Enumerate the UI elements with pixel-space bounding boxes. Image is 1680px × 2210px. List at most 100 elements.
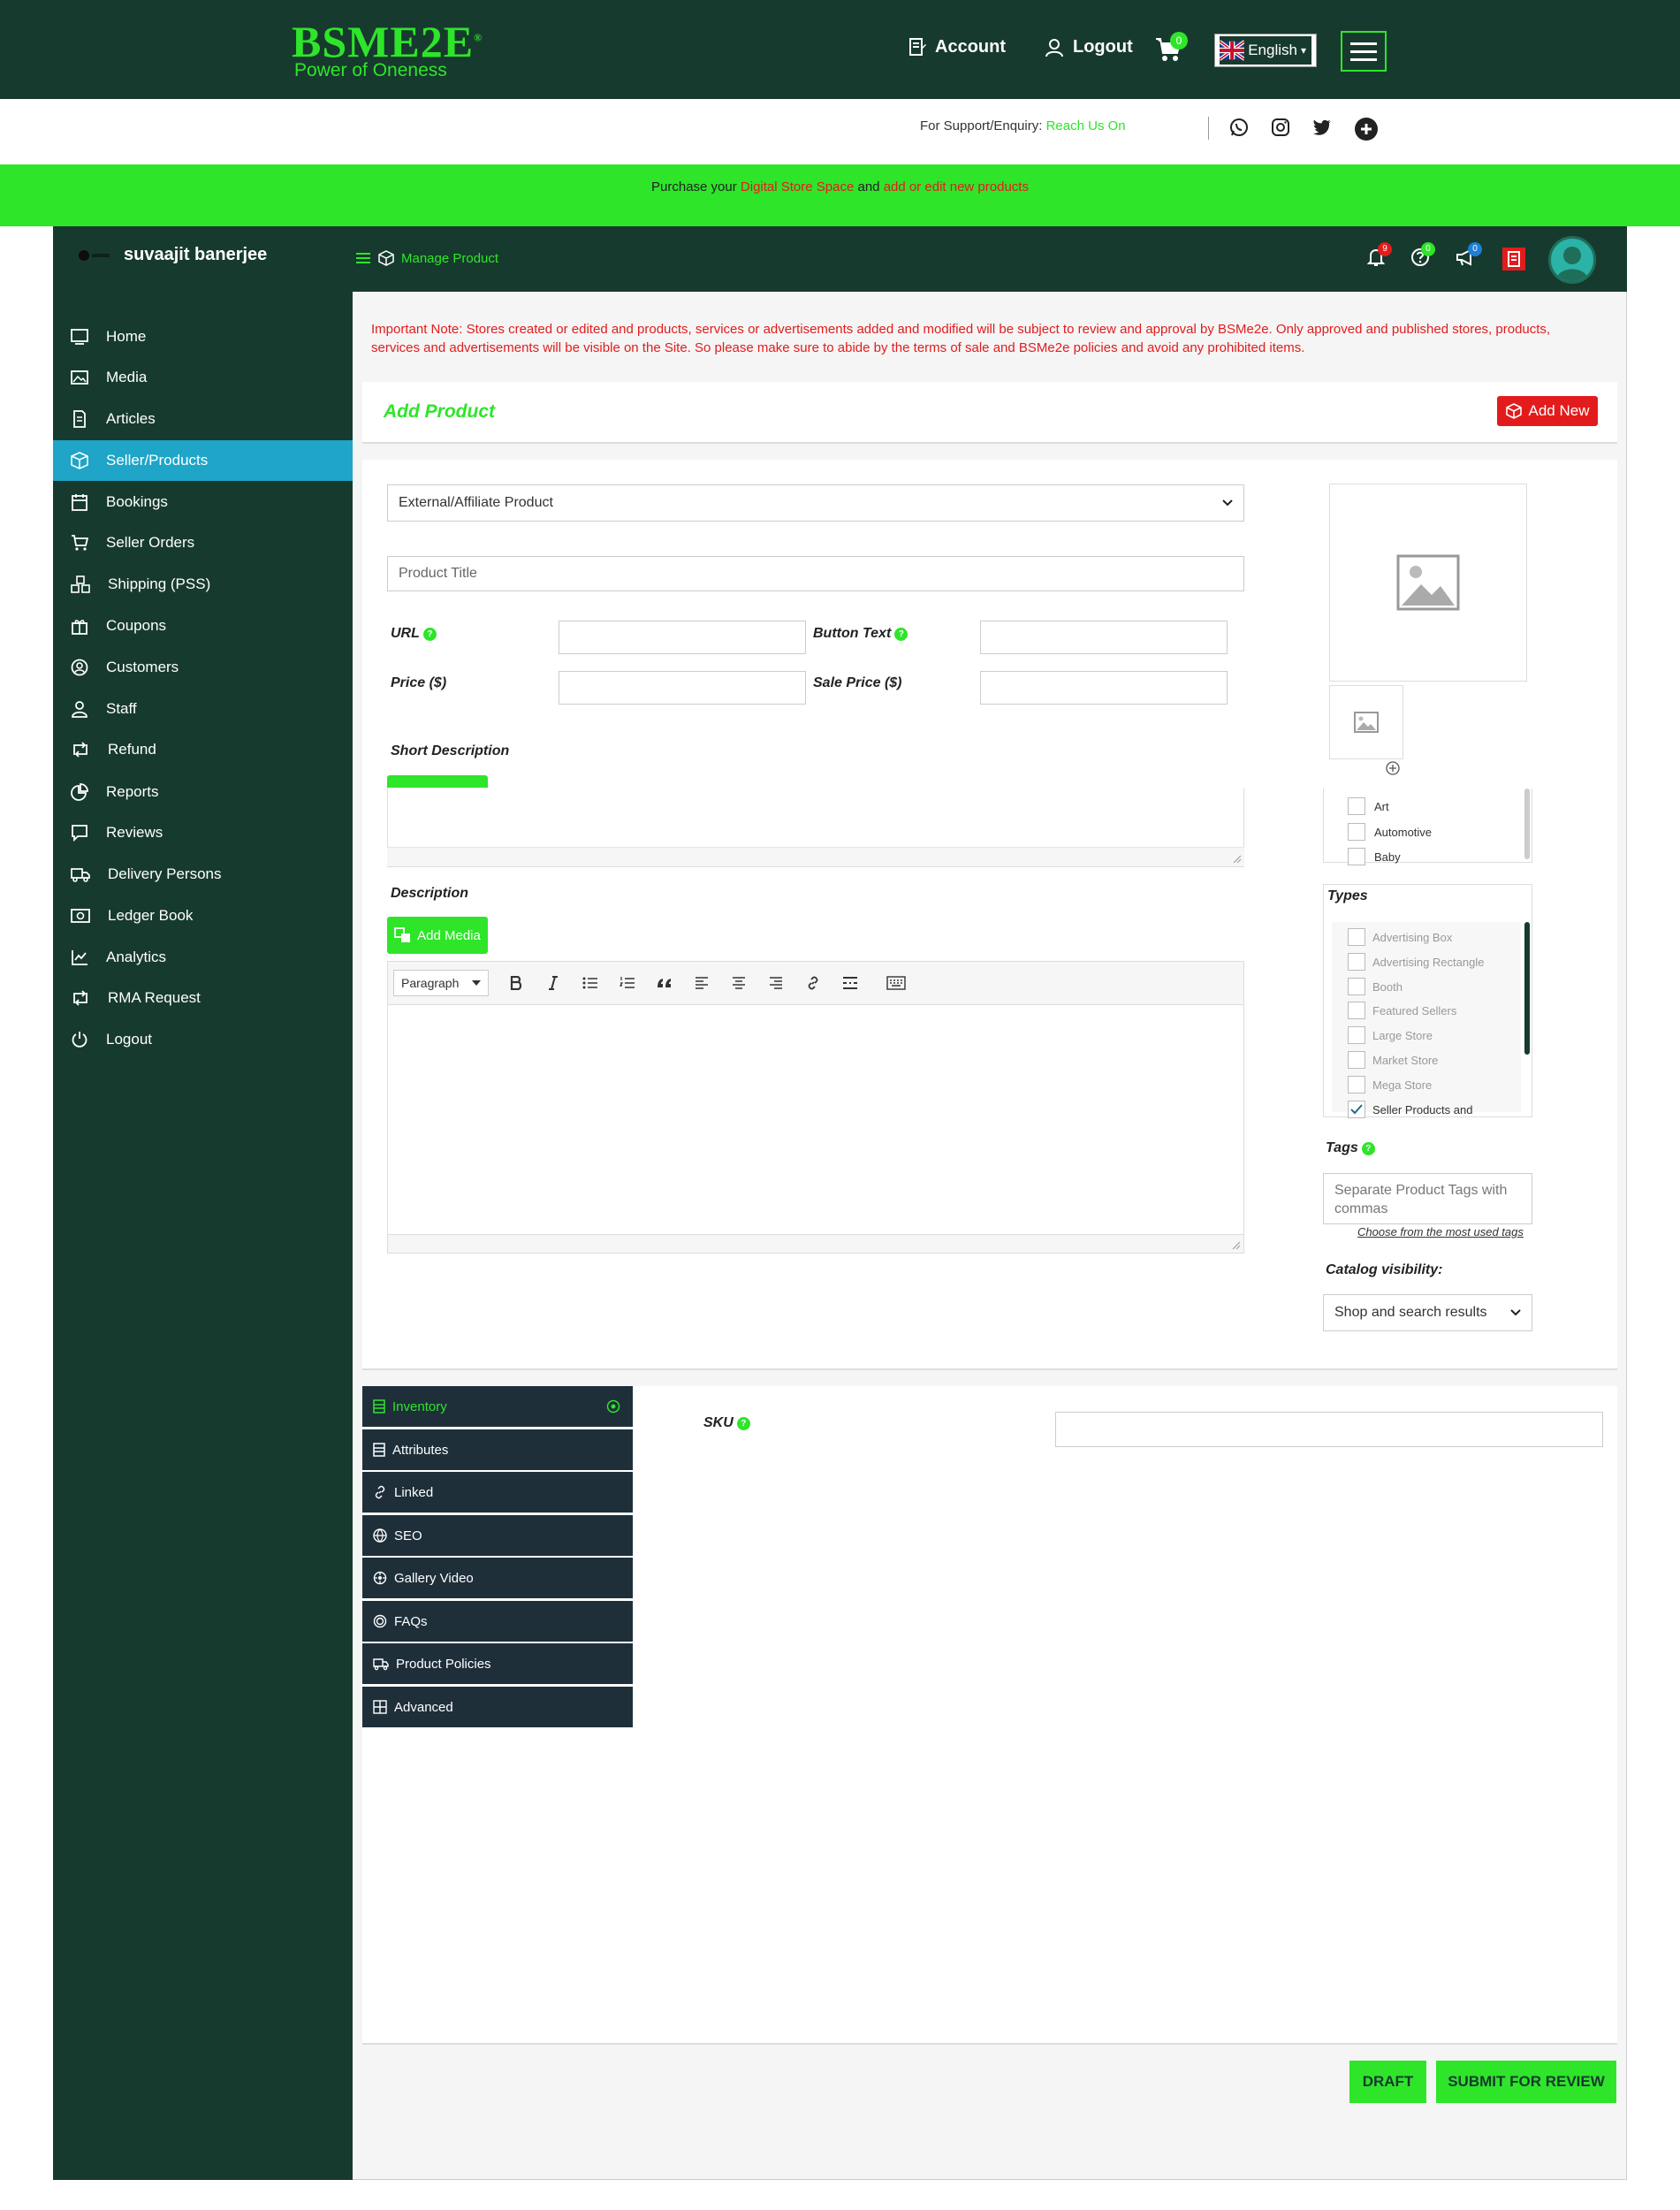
add-products-link[interactable]: add or edit new products [884,179,1029,194]
twitter-icon[interactable] [1311,117,1333,138]
description-editor[interactable] [387,1005,1244,1235]
tab-inventory[interactable]: Inventory [362,1386,633,1429]
type-checkbox-row[interactable]: Market Store [1348,1051,1438,1069]
sidebar-item-coupons[interactable]: Coupons [53,606,353,646]
sidebar-item-rma-request[interactable]: RMA Request [53,978,353,1018]
italic-button[interactable] [535,965,572,1001]
product-type-select[interactable]: External/Affiliate Product [387,484,1244,522]
types-scrollbar[interactable] [1524,922,1530,1055]
instagram-icon[interactable] [1270,117,1291,138]
tab-advanced[interactable]: Advanced [362,1687,633,1729]
checkbox[interactable] [1348,928,1365,946]
sidebar-item-reviews[interactable]: Reviews [53,812,353,853]
category-checkbox-row[interactable]: Baby [1348,848,1401,865]
add-media-button[interactable]: Add Media [387,917,488,954]
language-select[interactable]: English ▾ [1214,34,1317,67]
whatsapp-icon[interactable] [1228,117,1250,138]
checkbox[interactable] [1348,848,1365,865]
blockquote-button[interactable] [646,965,683,1001]
product-title-input[interactable]: Product Title [387,556,1244,591]
checkbox[interactable] [1348,978,1365,995]
checkbox-checked[interactable] [1348,1101,1365,1118]
featured-image-uploader[interactable] [1329,484,1527,682]
help-icon[interactable]: ? [422,627,437,641]
paragraph-format-select[interactable]: Paragraph [393,970,489,996]
category-checkbox-row[interactable]: Automotive [1348,823,1432,841]
type-checkbox-row[interactable]: Advertising Box [1348,928,1452,946]
sidebar-item-customers[interactable]: Customers [53,647,353,688]
cart-button[interactable]: 0 [1154,32,1188,65]
read-more-button[interactable] [832,965,869,1001]
toolbar-toggle-button[interactable] [878,965,915,1001]
align-left-button[interactable] [683,965,720,1001]
tags-input[interactable]: Separate Product Tags with commas [1323,1173,1532,1224]
notifications-button[interactable]: 9 [1367,242,1392,267]
align-center-button[interactable] [720,965,757,1001]
submit-for-review-button[interactable]: SUBMIT FOR REVIEW [1436,2061,1616,2103]
type-checkbox-row[interactable]: Booth [1348,978,1403,995]
account-link[interactable]: Account [908,37,1006,57]
most-used-tags-link[interactable]: Choose from the most used tags [1357,1225,1524,1238]
checkbox[interactable] [1348,1026,1365,1044]
gallery-image-uploader[interactable] [1329,685,1403,759]
sidebar-item-refund[interactable]: Refund [53,729,353,770]
type-checkbox-row[interactable]: Seller Products and [1348,1101,1472,1118]
numbered-list-button[interactable] [609,965,646,1001]
avatar[interactable] [1548,236,1596,284]
price-input[interactable] [559,671,806,705]
tab-faqs[interactable]: FAQs [362,1601,633,1643]
reach-us-link[interactable]: Reach Us On [1046,118,1126,133]
sidebar-item-seller-products[interactable]: Seller/Products [53,440,353,481]
bold-button[interactable] [498,965,535,1001]
sidebar-item-staff[interactable]: Staff [53,689,353,729]
tab-linked[interactable]: Linked [362,1472,633,1514]
url-input[interactable] [559,621,806,654]
sidebar-item-seller-orders[interactable]: Seller Orders [53,522,353,563]
sidebar-item-delivery-persons[interactable]: Delivery Persons [53,854,353,895]
plus-circle-icon[interactable] [1386,761,1400,775]
sidebar-item-home[interactable]: Home [53,316,353,357]
type-checkbox-row[interactable]: Large Store [1348,1026,1433,1044]
sku-input[interactable] [1055,1412,1603,1447]
tab-product-policies[interactable]: Product Policies [362,1643,633,1686]
sale-price-input[interactable] [980,671,1228,705]
sidebar-item-media[interactable]: Media [53,357,353,398]
store-book-button[interactable] [1502,248,1525,271]
bullet-list-button[interactable] [572,965,609,1001]
checkbox[interactable] [1348,953,1365,971]
checkbox[interactable] [1348,797,1365,815]
sidebar-item-reports[interactable]: Reports [53,772,353,812]
tab-seo[interactable]: SEO [362,1515,633,1558]
type-checkbox-row[interactable]: Advertising Rectangle [1348,953,1484,971]
sidebar-item-logout[interactable]: Logout [53,1019,353,1060]
sidebar-item-shipping[interactable]: Shipping (PSS) [53,564,353,605]
hamburger-menu-button[interactable] [1341,31,1387,72]
catalog-visibility-select[interactable]: Shop and search results [1323,1294,1532,1331]
checkbox[interactable] [1348,823,1365,841]
help-icon[interactable]: ? [894,627,908,641]
tab-gallery-video[interactable]: Gallery Video [362,1558,633,1600]
store-user[interactable]: suvaajit banerjee [78,245,267,265]
sidebar-item-analytics[interactable]: Analytics [53,937,353,978]
sidebar-item-bookings[interactable]: Bookings [53,482,353,522]
checkbox[interactable] [1348,1076,1365,1094]
button-text-input[interactable] [980,621,1228,654]
logout-link[interactable]: Logout [1045,37,1133,57]
resize-handle-icon[interactable] [1232,1241,1241,1250]
announcements-button[interactable]: 0 [1456,242,1482,267]
digital-store-link[interactable]: Digital Store Space [741,179,854,194]
checkbox[interactable] [1348,1002,1365,1019]
category-checkbox-row[interactable]: Art [1348,797,1389,815]
categories-scrollbar[interactable] [1524,789,1530,859]
type-checkbox-row[interactable]: Mega Store [1348,1076,1432,1094]
resize-handle-icon[interactable] [1233,855,1242,864]
add-new-button[interactable]: Add New [1497,396,1598,426]
type-checkbox-row[interactable]: Featured Sellers [1348,1002,1456,1019]
sidebar-item-articles[interactable]: Articles [53,399,353,439]
short-description-media-button[interactable] [387,775,488,788]
help-icon[interactable]: ? [736,1416,750,1430]
manage-product-breadcrumb[interactable]: Manage Product [355,250,498,266]
sidebar-item-ledger-book[interactable]: Ledger Book [53,895,353,936]
help-icon[interactable]: ? [1361,1141,1375,1155]
tab-attributes[interactable]: Attributes [362,1429,633,1472]
